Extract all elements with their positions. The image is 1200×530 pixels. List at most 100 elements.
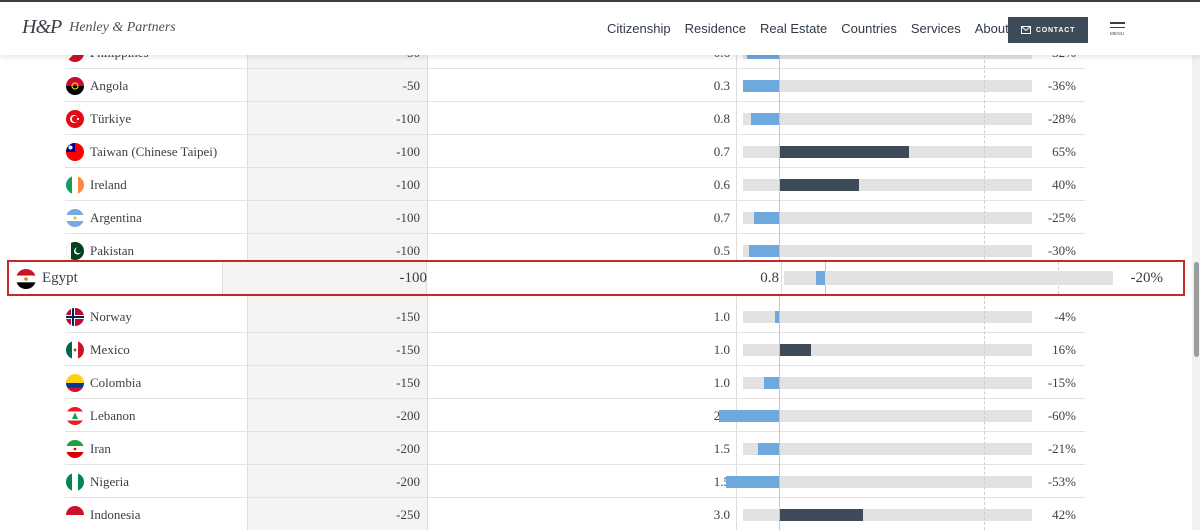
net-migration-value: -100 [396,111,420,126]
change-percent: 16% [1052,342,1076,357]
country-name: Angola [90,78,129,93]
mexico-flag-icon [66,341,84,359]
change-bar [726,476,779,488]
table-row[interactable]: Taiwan (Chinese Taipei) -100 0.7 65% [0,135,1200,168]
net-migration-value: -100 [396,177,420,192]
taiwan-flag-icon [66,143,84,161]
table-row[interactable]: Norway -150 1.0 -4% [0,300,1200,333]
pakistan-flag-icon [66,242,84,260]
logo-text: Henley & Partners [69,19,176,35]
change-bar [758,443,779,455]
contact-button[interactable]: CONTACT [1008,17,1088,43]
bar-track [743,476,1032,488]
change-bar [719,410,779,422]
table-row[interactable]: Lebanon-2002.8-60% [0,399,1200,432]
ireland-flag-icon [66,176,84,194]
change-bar [779,179,859,191]
country-name: Indonesia [90,507,141,522]
country-name: Türkiye [90,111,132,126]
change-percent: -4% [1054,309,1076,324]
table-row[interactable]: Indonesia -250 3.0 42% [0,498,1200,530]
turkiye-flag-icon [66,110,84,128]
change-bar [764,377,779,389]
change-bar [749,245,779,257]
net-migration-value: -100 [396,210,420,225]
change-percent: -60% [1047,408,1076,423]
net-migration-value: -150 [396,342,420,357]
net-migration-value: -150 [396,375,420,390]
change-percent: -25% [1047,210,1076,225]
nav-citizenship[interactable]: Citizenship [607,21,671,36]
table-row[interactable]: Argentina -100 0.7 -25% [0,201,1200,234]
ratio-value: 3.0 [713,507,730,522]
net-migration-value: -250 [396,507,420,522]
nigeria-flag-icon [66,473,84,491]
ratio-value: 0.7 [713,210,730,225]
change-bar [743,80,779,92]
bar-track [743,245,1032,257]
net-migration-value: -150 [396,309,420,324]
bar-track [743,113,1032,125]
main-nav: Citizenship Residence Real Estate Countr… [600,21,1016,36]
net-migration-value: -100 [396,144,420,159]
country-name: Pakistan [90,243,135,258]
net-migration-value: -200 [396,408,420,423]
nav-countries[interactable]: Countries [841,21,897,36]
indonesia-flag-icon [66,506,84,524]
highlighted-row-egypt[interactable]: Egypt -100 0.8 -20% [7,260,1185,296]
change-bar [816,271,825,285]
table-row[interactable]: Mexico -150 1.0 16% [0,333,1200,366]
nav-services[interactable]: Services [911,21,961,36]
change-percent: 65% [1052,144,1076,159]
egypt-flag-icon [16,269,36,289]
argentina-flag-icon [66,209,84,227]
bar-track [743,443,1032,455]
hamburger-icon [1110,22,1125,24]
henley-partners-logo[interactable]: H&P Henley & Partners [22,16,176,39]
iran-flag-icon [66,440,84,458]
lebanon-flag-icon [66,407,84,425]
bar-track [784,271,1113,285]
change-percent: -53% [1047,474,1076,489]
country-name: Argentina [90,210,142,225]
nav-about[interactable]: About [975,21,1009,36]
nav-real-estate[interactable]: Real Estate [760,21,827,36]
change-percent: -20% [1130,270,1164,286]
table-row[interactable]: Colombia -150 1.0 -15% [0,366,1200,399]
nav-residence[interactable]: Residence [685,21,746,36]
change-percent: 42% [1052,507,1076,522]
bar-track [743,377,1032,389]
bar-track [743,311,1032,323]
ratio-value: 0.3 [713,78,730,93]
ratio-value: 0.7 [713,144,730,159]
country-name: Ireland [90,177,127,192]
envelope-icon [1020,26,1031,34]
table-row[interactable]: Angola -50 0.3 -36% [0,69,1200,102]
menu-label: MENU [1110,31,1125,36]
site-header: H&P Henley & Partners Citizenship Reside… [0,0,1200,55]
country-name: Nigeria [90,474,129,489]
norway-flag-icon [66,308,84,326]
country-name: Egypt [42,270,78,286]
table-row[interactable]: Iran -200 1.5 -21% [0,432,1200,465]
country-name: Lebanon [90,408,136,423]
table-row[interactable]: Türkiye -100 0.8 -28% [0,102,1200,135]
table-row[interactable]: Nigeria -200 1.5 -53% [0,465,1200,498]
change-bar [779,509,863,521]
change-percent: 40% [1052,177,1076,192]
country-name: Iran [90,441,111,456]
ratio-value: 0.5 [713,243,730,258]
country-name: Colombia [90,375,142,390]
change-percent: -21% [1047,441,1076,456]
angola-flag-icon [66,77,84,95]
net-migration-value: -200 [396,441,420,456]
change-percent: -36% [1047,78,1076,93]
ratio-value: 1.0 [713,309,730,324]
ratio-value: 0.8 [760,270,779,286]
ratio-value: 1.5 [713,441,730,456]
change-bar [751,113,779,125]
change-percent: -30% [1047,243,1076,258]
menu-button[interactable]: MENU [1110,22,1128,42]
table-row[interactable]: Ireland -100 0.6 40% [0,168,1200,201]
scrollbar-thumb[interactable] [1194,262,1199,357]
